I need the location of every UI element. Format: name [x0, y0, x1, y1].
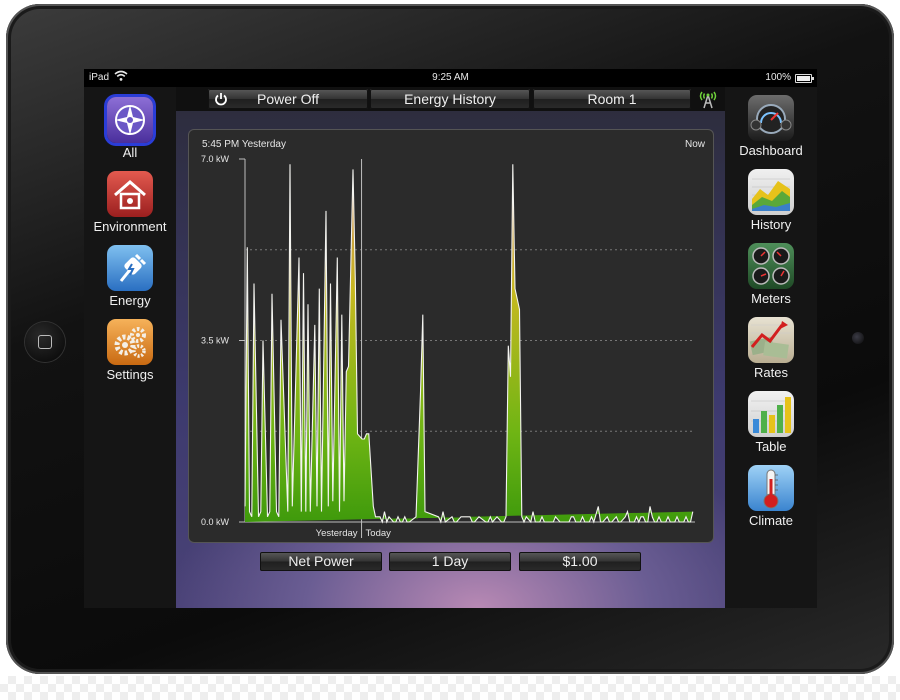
compass-icon [107, 97, 153, 143]
y-tick-label: 0.0 kW [201, 517, 230, 527]
plug-icon [107, 245, 153, 291]
energy-chart: 0.0 kW 3.5 kW 7.0 kW Yesterday Today 5:45 PM… [201, 139, 706, 539]
nav-label-history: History [750, 217, 792, 232]
ipad-screen: iPad 9:25 AM 100% All Environment Energy [84, 69, 817, 608]
nav-item-climate[interactable]: Climate [725, 465, 817, 528]
y-tick-label: 7.0 kW [201, 154, 230, 164]
nav-item-settings[interactable]: Settings [84, 319, 176, 382]
battery-icon [795, 74, 814, 83]
nav-label-environment: Environment [93, 219, 167, 234]
nav-label-climate: Climate [748, 513, 794, 528]
rates-icon [748, 317, 794, 363]
y-tick-label: 3.5 kW [201, 336, 230, 346]
range-label: 1 Day [431, 553, 469, 569]
power-area [245, 164, 693, 522]
power-icon [215, 93, 227, 106]
gears-icon [107, 319, 153, 365]
left-sidebar: All Environment Energy Settings [84, 87, 176, 608]
rate-button[interactable]: $1.00 [519, 552, 641, 571]
energy-history-label: Energy History [404, 91, 496, 107]
nav-label-rates: Rates [754, 365, 788, 380]
nav-item-table[interactable]: Table [725, 391, 817, 454]
bar-chart-icon [748, 391, 794, 437]
nav-label-table: Table [755, 439, 787, 454]
area-chart-icon [748, 169, 794, 215]
rate-label: $1.00 [562, 553, 598, 569]
nav-label-energy: Energy [109, 293, 151, 308]
camera-icon [852, 332, 864, 344]
nav-label-all: All [122, 145, 138, 160]
home-button[interactable] [25, 322, 65, 362]
net-power-label: Net Power [288, 553, 354, 569]
x-label-yesterday: Yesterday [316, 528, 358, 539]
nav-item-energy[interactable]: Energy [84, 245, 176, 308]
chart-end-label: Now [685, 139, 706, 150]
thermometer-icon [748, 465, 794, 511]
room-selector-button[interactable]: Room 1 [533, 89, 691, 109]
antenna-icon [696, 89, 720, 109]
nav-label-meters: Meters [751, 291, 791, 306]
nav-item-history[interactable]: History [725, 169, 817, 232]
power-off-label: Power Off [257, 91, 319, 107]
nav-item-dashboard[interactable]: Dashboard [725, 95, 817, 158]
power-off-button[interactable]: Power Off [208, 89, 368, 109]
nav-item-environment[interactable]: Environment [84, 171, 176, 234]
nav-label-dashboard: Dashboard [739, 143, 803, 158]
right-sidebar: Dashboard History Meters Rates Table Cli… [725, 87, 817, 608]
x-label-today: Today [366, 528, 392, 539]
clock: 9:25 AM [432, 72, 469, 83]
nav-item-all[interactable]: All [84, 97, 176, 160]
main-content: Power Off Energy History Room 1 0.0 kW 3… [176, 87, 725, 608]
net-power-button[interactable]: Net Power [260, 552, 382, 571]
energy-history-button[interactable]: Energy History [370, 89, 530, 109]
top-toolbar: Power Off Energy History Room 1 [176, 87, 725, 111]
transparency-background [0, 676, 900, 700]
nav-item-rates[interactable]: Rates [725, 317, 817, 380]
chart-start-label: 5:45 PM Yesterday [202, 139, 286, 150]
status-bar: iPad 9:25 AM 100% [84, 69, 817, 87]
nav-item-meters[interactable]: Meters [725, 243, 817, 306]
house-icon [107, 171, 153, 217]
range-button[interactable]: 1 Day [389, 552, 511, 571]
meters-icon [748, 243, 794, 289]
battery-percent: 100% [765, 72, 791, 83]
gauge-icon [748, 95, 794, 141]
bottom-toolbar: Net Power 1 Day $1.00 [176, 550, 725, 574]
nav-label-settings: Settings [106, 367, 154, 382]
energy-chart-panel: 0.0 kW 3.5 kW 7.0 kW Yesterday Today 5:45 PM… [189, 130, 713, 542]
room-label: Room 1 [587, 91, 637, 107]
